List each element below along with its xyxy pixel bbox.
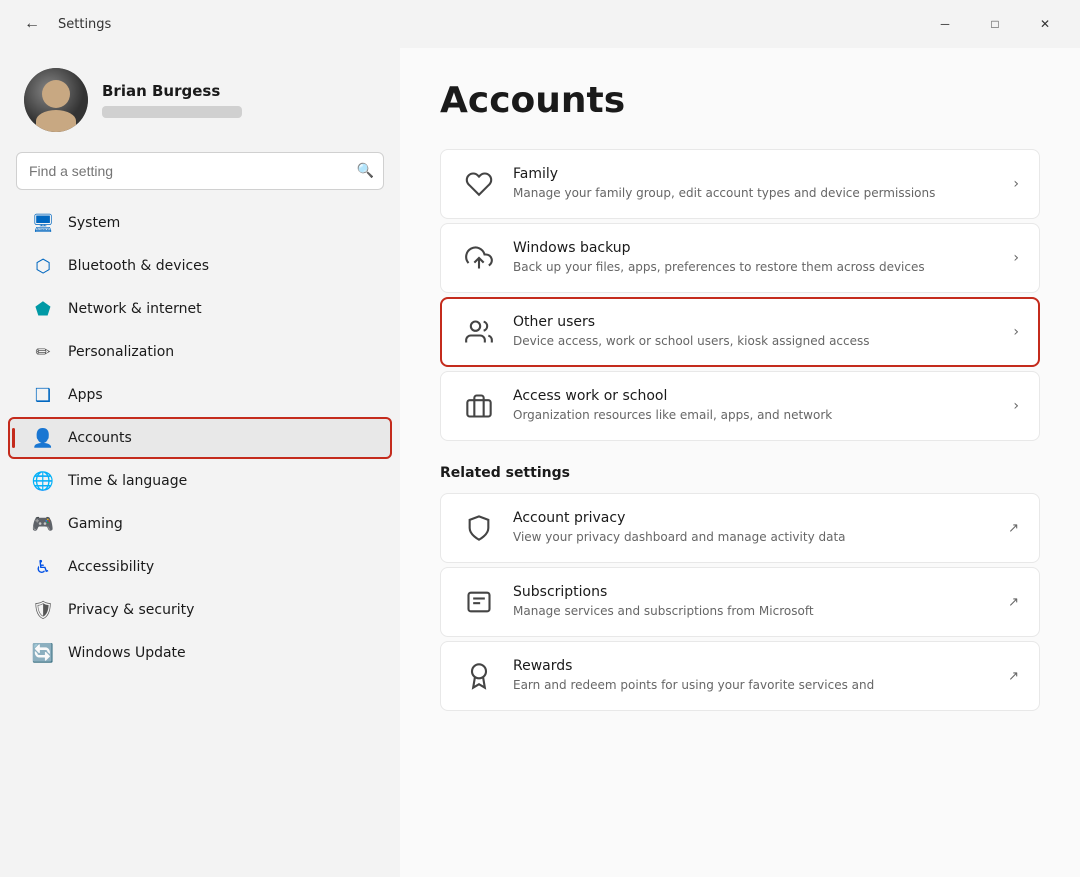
minimize-button[interactable]: ─ (922, 8, 968, 40)
nav-item-network[interactable]: ⬟ Network & internet (8, 288, 392, 330)
nav-label-time-language: Time & language (68, 473, 187, 489)
other-users-desc: Device access, work or school users, kio… (513, 333, 1001, 350)
title-bar: ← Settings ─ □ ✕ (0, 0, 1080, 48)
account-privacy-icon (461, 510, 497, 546)
card-subscriptions[interactable]: Subscriptions Manage services and subscr… (440, 567, 1040, 637)
accounts-icon: 👤 (32, 427, 54, 449)
nav-label-accessibility: Accessibility (68, 559, 154, 575)
nav-label-windows-update: Windows Update (68, 645, 186, 661)
windows-backup-chevron: › (1013, 250, 1019, 266)
rewards-text: Rewards Earn and redeem points for using… (513, 658, 996, 694)
nav-item-privacy-security[interactable]: 🛡 Privacy & security (8, 589, 392, 631)
related-settings-label: Related settings (440, 465, 1040, 481)
nav-item-accessibility[interactable]: ♿ Accessibility (8, 546, 392, 588)
windows-backup-desc: Back up your files, apps, preferences to… (513, 259, 1001, 276)
page-title: Accounts (440, 80, 1040, 121)
rewards-external-icon: ↗ (1008, 669, 1019, 684)
search-input[interactable] (16, 152, 384, 190)
avatar-image (24, 68, 88, 132)
network-icon: ⬟ (32, 298, 54, 320)
nav-label-bluetooth: Bluetooth & devices (68, 258, 209, 274)
back-button[interactable]: ← (16, 8, 48, 40)
other-users-chevron: › (1013, 324, 1019, 340)
card-rewards[interactable]: Rewards Earn and redeem points for using… (440, 641, 1040, 711)
system-icon: 🖥 (32, 212, 54, 234)
family-title: Family (513, 166, 1001, 182)
other-users-icon (461, 314, 497, 350)
windows-update-icon: 🔄 (32, 642, 54, 664)
apps-icon: ❑ (32, 384, 54, 406)
nav-item-windows-update[interactable]: 🔄 Windows Update (8, 632, 392, 674)
maximize-button[interactable]: □ (972, 8, 1018, 40)
other-users-text: Other users Device access, work or schoo… (513, 314, 1001, 350)
family-text: Family Manage your family group, edit ac… (513, 166, 1001, 202)
subscriptions-text: Subscriptions Manage services and subscr… (513, 584, 996, 620)
family-desc: Manage your family group, edit account t… (513, 185, 1001, 202)
account-privacy-external-icon: ↗ (1008, 521, 1019, 536)
sidebar: Brian Burgess 🔍 🖥 System ⬡ Bluetooth & d… (0, 48, 400, 877)
nav-label-system: System (68, 215, 120, 231)
user-info: Brian Burgess (102, 82, 242, 118)
nav-label-accounts: Accounts (68, 430, 132, 446)
account-privacy-title: Account privacy (513, 510, 996, 526)
user-name: Brian Burgess (102, 82, 242, 100)
content-area: Accounts Family Manage your family group… (400, 48, 1080, 877)
nav-label-apps: Apps (68, 387, 103, 403)
rewards-desc: Earn and redeem points for using your fa… (513, 677, 996, 694)
privacy-security-icon: 🛡 (32, 599, 54, 621)
card-windows-backup[interactable]: Windows backup Back up your files, apps,… (440, 223, 1040, 293)
family-chevron: › (1013, 176, 1019, 192)
access-work-school-text: Access work or school Organization resou… (513, 388, 1001, 424)
time-language-icon: 🌐 (32, 470, 54, 492)
rewards-icon (461, 658, 497, 694)
nav-item-gaming[interactable]: 🎮 Gaming (8, 503, 392, 545)
subscriptions-desc: Manage services and subscriptions from M… (513, 603, 996, 620)
nav-item-apps[interactable]: ❑ Apps (8, 374, 392, 416)
card-access-work-school[interactable]: Access work or school Organization resou… (440, 371, 1040, 441)
search-box: 🔍 (16, 152, 384, 190)
nav-label-personalization: Personalization (68, 344, 174, 360)
access-work-school-chevron: › (1013, 398, 1019, 414)
user-profile[interactable]: Brian Burgess (0, 56, 400, 148)
account-privacy-desc: View your privacy dashboard and manage a… (513, 529, 996, 546)
subscriptions-title: Subscriptions (513, 584, 996, 600)
windows-backup-icon (461, 240, 497, 276)
nav-item-personalization[interactable]: ✏ Personalization (8, 331, 392, 373)
family-icon (461, 166, 497, 202)
nav-item-bluetooth[interactable]: ⬡ Bluetooth & devices (8, 245, 392, 287)
window-controls: ─ □ ✕ (922, 8, 1068, 40)
nav-label-gaming: Gaming (68, 516, 123, 532)
account-privacy-text: Account privacy View your privacy dashbo… (513, 510, 996, 546)
nav-item-time-language[interactable]: 🌐 Time & language (8, 460, 392, 502)
other-users-title: Other users (513, 314, 1001, 330)
windows-backup-title: Windows backup (513, 240, 1001, 256)
accessibility-icon: ♿ (32, 556, 54, 578)
close-button[interactable]: ✕ (1022, 8, 1068, 40)
nav-label-privacy-security: Privacy & security (68, 602, 194, 618)
personalization-icon: ✏ (32, 341, 54, 363)
card-family[interactable]: Family Manage your family group, edit ac… (440, 149, 1040, 219)
subscriptions-external-icon: ↗ (1008, 595, 1019, 610)
card-account-privacy[interactable]: Account privacy View your privacy dashbo… (440, 493, 1040, 563)
app-layout: Brian Burgess 🔍 🖥 System ⬡ Bluetooth & d… (0, 48, 1080, 877)
nav-item-system[interactable]: 🖥 System (8, 202, 392, 244)
access-work-school-desc: Organization resources like email, apps,… (513, 407, 1001, 424)
gaming-icon: 🎮 (32, 513, 54, 535)
avatar (24, 68, 88, 132)
access-work-school-icon (461, 388, 497, 424)
windows-backup-text: Windows backup Back up your files, apps,… (513, 240, 1001, 276)
user-email-bar (102, 106, 242, 118)
access-work-school-title: Access work or school (513, 388, 1001, 404)
subscriptions-icon (461, 584, 497, 620)
bluetooth-icon: ⬡ (32, 255, 54, 277)
card-other-users[interactable]: Other users Device access, work or schoo… (440, 297, 1040, 367)
nav-label-network: Network & internet (68, 301, 202, 317)
nav-item-accounts[interactable]: 👤 Accounts (8, 417, 392, 459)
app-title: Settings (58, 17, 111, 32)
rewards-title: Rewards (513, 658, 996, 674)
